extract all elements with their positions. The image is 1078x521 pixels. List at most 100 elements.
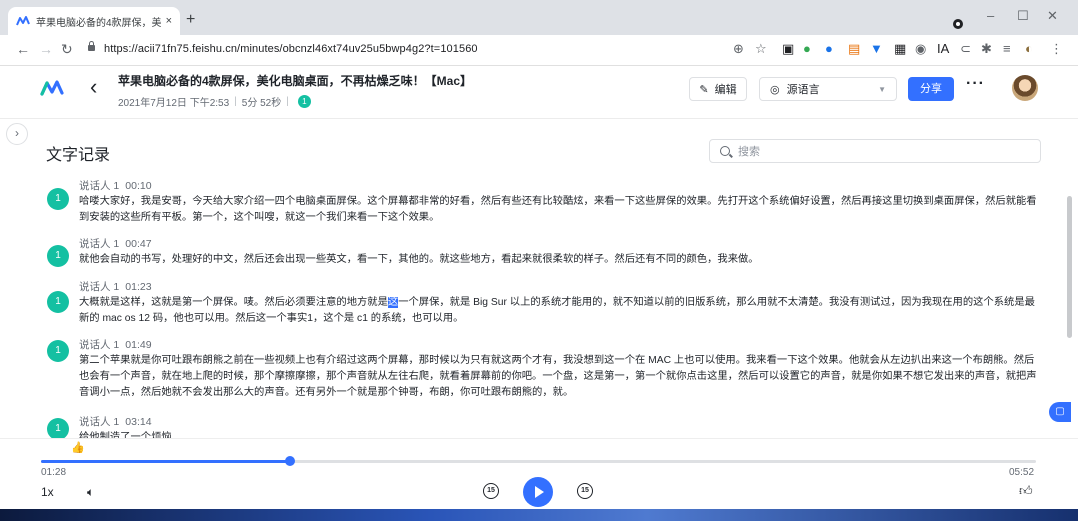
extension-ext1-icon[interactable]: ▣ <box>782 41 794 57</box>
segment-text[interactable]: 第二个苹果就是你可吐跟布朗熊之前在一些视频上也有介绍过这两个屏幕，那时候以为只有… <box>79 353 1042 401</box>
audio-player: 👍 01:28 05:52 1x 🔈︎ 15 15 👍︎ <box>0 438 1078 509</box>
zoom-icon[interactable]: ⊕ <box>733 41 744 57</box>
search-placeholder: 搜索 <box>738 146 760 158</box>
speaker-name[interactable]: 说话人 1 <box>79 339 119 351</box>
transcript-title: 文字记录 <box>46 147 111 164</box>
tab-strip: 苹果电脑必备的4款屏保，美化电… × + – ☐ ✕ <box>0 0 1078 35</box>
segment-header: 说话人 1 03:14 <box>79 414 152 429</box>
progress-handle[interactable] <box>284 456 295 466</box>
extension-ext8-icon[interactable]: IA <box>937 41 949 57</box>
extension-ext5-icon[interactable]: ▼ <box>870 41 883 57</box>
profile-icon[interactable]: ◐ <box>1025 41 1033 57</box>
browser-tab-active[interactable]: 苹果电脑必备的4款屏保，美化电… × <box>8 7 180 35</box>
total-time: 05:52 <box>1009 467 1035 478</box>
feedback-tab-icon[interactable]: ▢ <box>1049 402 1071 422</box>
progress-track[interactable] <box>41 460 1036 463</box>
reaction-marker-icon[interactable]: 👍 <box>71 441 85 454</box>
transcript-scrollbar[interactable] <box>1067 196 1072 338</box>
feishu-minutes-logo-icon[interactable] <box>40 80 64 99</box>
speaker-name[interactable]: 说话人 1 <box>79 238 119 250</box>
volume-icon[interactable]: 🔈︎ <box>87 485 94 500</box>
desktop-wallpaper <box>0 509 1078 521</box>
skip-back-icon[interactable]: 15 <box>483 483 499 499</box>
segment-timestamp[interactable]: 01:49 <box>125 339 151 351</box>
user-avatar[interactable] <box>1012 75 1038 101</box>
segment-text[interactable]: 就他会自动的书写，处理好的中文，然后还会出现一些英文，看一下，其他的。就这些地方… <box>79 252 1042 268</box>
speaker-avatar[interactable]: 1 <box>47 418 69 438</box>
segment-timestamp[interactable]: 00:47 <box>125 238 151 250</box>
language-label: 源语言 <box>786 84 820 96</box>
extension-ext7-icon[interactable]: ◉ <box>915 41 926 57</box>
share-button[interactable]: 分享 <box>908 77 954 101</box>
pencil-icon: ✎ <box>699 83 709 96</box>
speaker-name[interactable]: 说话人 1 <box>79 416 119 428</box>
segment-header: 说话人 1 00:10 <box>79 178 152 193</box>
browser-window: 苹果电脑必备的4款屏保，美化电… × + – ☐ ✕ ← → ↻ https:/… <box>0 0 1078 509</box>
speaker-avatar[interactable]: 1 <box>47 188 69 210</box>
maximize-button[interactable]: ☐ <box>1017 8 1029 24</box>
speaker-avatar[interactable]: 1 <box>47 291 69 313</box>
transcript-list: 1 说话人 1 00:10 哈喽大家好，我是安哥，今天给大家介绍一四个电脑桌面屏保… <box>0 170 1068 438</box>
meta-divider: | <box>286 96 289 107</box>
speaker-name[interactable]: 说话人 1 <box>79 281 119 293</box>
language-select[interactable]: ◎ 源语言 ▼ <box>759 77 897 101</box>
more-options-icon[interactable]: ··· <box>966 75 985 93</box>
menu-kebab-icon[interactable]: ⋮ <box>1050 41 1063 57</box>
minimize-button[interactable]: – <box>987 8 994 23</box>
extension-ext2-icon[interactable]: ● <box>803 41 811 57</box>
segment-timestamp[interactable]: 03:14 <box>125 416 151 428</box>
extension-ext3-icon[interactable]: ● <box>825 41 833 57</box>
new-tab-button[interactable]: + <box>186 12 195 28</box>
meeting-meta: 2021年7月12日 下午2:53 | 5分 52秒 | 1 <box>118 94 311 109</box>
extension-ext6-icon[interactable]: ▦ <box>894 41 906 57</box>
thumbs-up-icon[interactable]: 👍︎ <box>1019 483 1033 499</box>
extension-ext4-icon[interactable]: ▤ <box>848 41 860 57</box>
page-title: 苹果电脑必备的4款屏保，美化电脑桌面，不再枯燥乏味！【Mac】 <box>118 74 473 88</box>
lock-icon[interactable] <box>88 41 95 51</box>
playback-speed-button[interactable]: 1x <box>41 485 54 499</box>
meeting-duration: 5分 52秒 <box>241 98 282 109</box>
tab-title: 苹果电脑必备的4款屏保，美化电… <box>36 17 162 29</box>
segment-text-part: 大概就是这样，这就是第一个屏保。唛。然后必须要注意的地方就是 <box>79 297 388 308</box>
meta-divider: | <box>234 96 237 107</box>
segment-header: 说话人 1 01:49 <box>79 337 152 352</box>
extension-ext9-icon[interactable]: ⊂ <box>960 41 971 57</box>
tab-close-icon[interactable]: × <box>166 15 172 27</box>
edit-label: 编辑 <box>714 84 737 96</box>
segment-header: 说话人 1 01:23 <box>79 279 152 294</box>
participant-avatar[interactable]: 1 <box>297 95 311 108</box>
search-icon <box>720 146 730 156</box>
speaker-name[interactable]: 说话人 1 <box>79 180 119 192</box>
segment-timestamp[interactable]: 00:10 <box>125 180 151 192</box>
segment-text[interactable]: 大概就是这样，这就是第一个屏保。唛。然后必须要注意的地方就是这一个屏保，就是 B… <box>79 295 1042 327</box>
recording-indicator-icon[interactable] <box>953 19 963 29</box>
back-arrow-icon[interactable]: ← <box>16 41 30 57</box>
close-window-button[interactable]: ✕ <box>1047 8 1058 24</box>
segment-text[interactable]: 给他制造了一个烦恼 <box>79 430 1042 438</box>
reload-icon[interactable]: ↻ <box>61 41 73 57</box>
forward-arrow-icon[interactable]: → <box>39 41 53 57</box>
feishu-favicon-icon <box>16 14 30 28</box>
skip-forward-icon[interactable]: 15 <box>577 483 593 499</box>
play-button[interactable] <box>523 477 553 507</box>
caret-down-icon: ▼ <box>878 84 886 94</box>
meeting-date: 2021年7月12日 下午2:53 <box>118 98 230 109</box>
back-chevron-icon[interactable]: ‹ <box>90 76 97 98</box>
transcript-search-input[interactable]: 搜索 <box>709 139 1041 163</box>
bookmark-star-icon[interactable]: ☆ <box>755 41 767 57</box>
address-bar[interactable]: https://acii71fn75.feishu.cn/minutes/obc… <box>104 43 478 55</box>
segment-header: 说话人 1 00:47 <box>79 236 152 251</box>
expand-sidebar-chevron-icon[interactable]: › <box>6 123 28 145</box>
segment-timestamp[interactable]: 01:23 <box>125 281 151 293</box>
reading-list-icon[interactable]: ≡ <box>1003 41 1011 57</box>
edit-button[interactable]: ✎ 编辑 <box>689 77 747 101</box>
extensions-puzzle-icon[interactable]: ✱ <box>981 41 992 57</box>
browser-toolbar: ← → ↻ https://acii71fn75.feishu.cn/minut… <box>0 35 1078 66</box>
segment-text[interactable]: 哈喽大家好，我是安哥，今天给大家介绍一四个电脑桌面屏保。这个屏幕都非常的好看，然… <box>79 194 1042 226</box>
progress-fill <box>41 460 290 463</box>
speaker-avatar[interactable]: 1 <box>47 340 69 362</box>
text-highlight[interactable]: 这 <box>387 297 399 308</box>
translate-icon: ◎ <box>770 83 780 96</box>
minutes-header: ‹ 苹果电脑必备的4款屏保，美化电脑桌面，不再枯燥乏味！【Mac】 2021年7… <box>0 66 1078 119</box>
speaker-avatar[interactable]: 1 <box>47 245 69 267</box>
